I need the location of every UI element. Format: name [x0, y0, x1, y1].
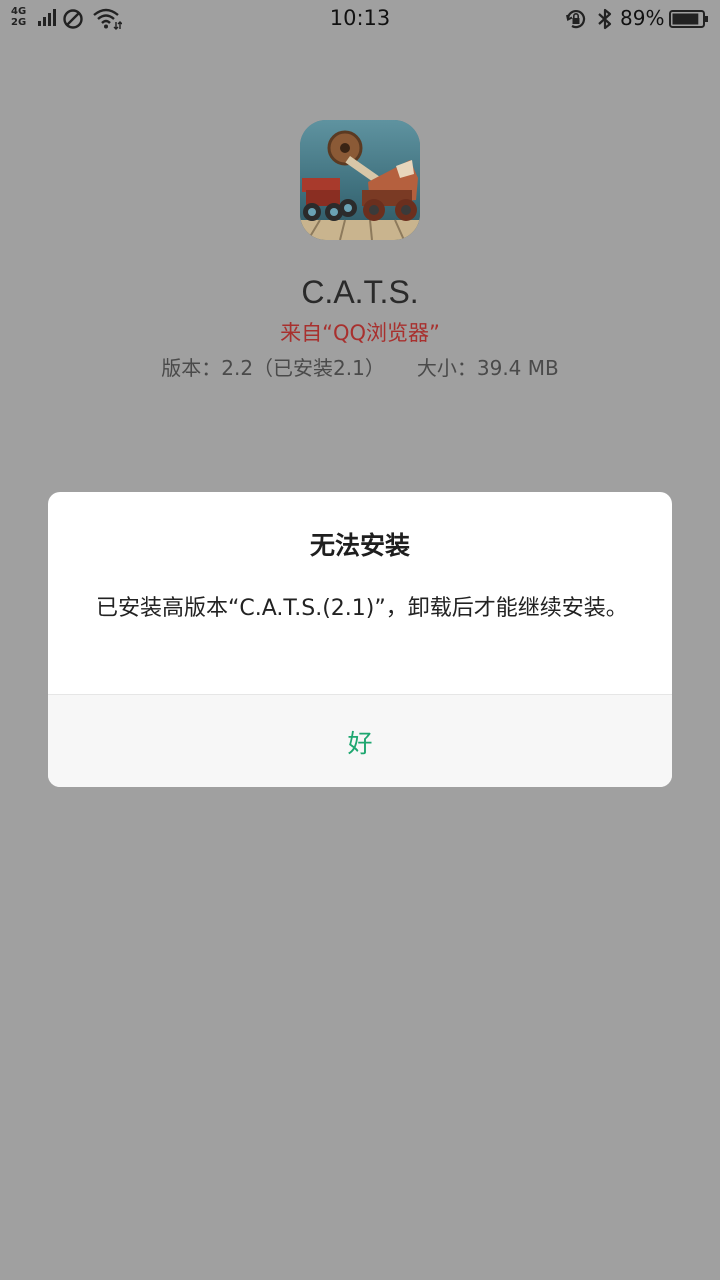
bluetooth-icon — [598, 8, 612, 30]
dialog-title: 无法安装 — [309, 531, 410, 560]
app-meta: 版本：2.2（已安装2.1） 大小：39.4 MB — [0, 352, 720, 381]
app-source: 来自“QQ浏览器” — [280, 321, 440, 345]
app-version: 版本：2.2（已安装2.1） — [161, 356, 385, 380]
install-error-dialog: 无法安装 已安装高版本“C.A.T.S.(2.1)”，卸载后才能继续安装。 好 — [48, 492, 672, 787]
game-artwork-icon — [300, 120, 420, 240]
app-size: 大小：39.4 MB — [416, 356, 559, 380]
battery-icon — [669, 10, 708, 28]
ok-button[interactable]: 好 — [48, 695, 672, 787]
dialog-message: 已安装高版本“C.A.T.S.(2.1)”，卸载后才能继续安装。 — [96, 596, 628, 621]
battery-percent: 89% — [620, 6, 665, 30]
status-bar: 4G 2G 10:13 89% — [0, 0, 720, 38]
dialog-footer: 好 — [48, 694, 672, 787]
app-icon — [300, 120, 420, 240]
app-name: C.A.T.S. — [301, 274, 419, 310]
rotation-lock-icon — [566, 10, 586, 29]
